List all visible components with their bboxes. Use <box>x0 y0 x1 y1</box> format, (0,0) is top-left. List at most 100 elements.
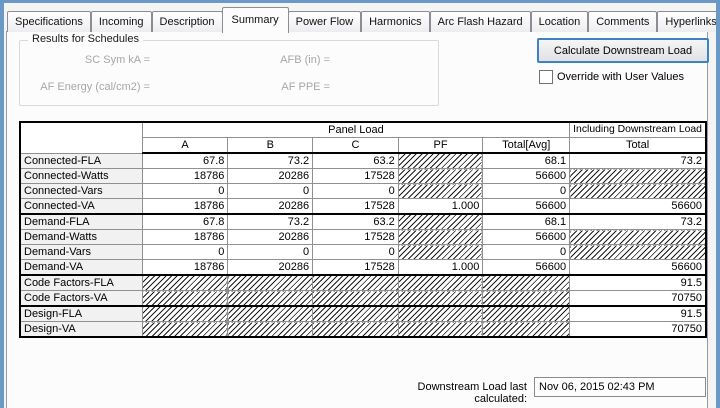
value-cell: 91.5 <box>570 275 706 291</box>
checkbox-box[interactable] <box>539 70 553 84</box>
tab-arc-flash-hazard[interactable]: Arc Flash Hazard <box>430 11 531 32</box>
table-row: Code Factors-VA70750 <box>20 291 706 307</box>
hatch-cell <box>570 169 706 184</box>
value-cell: 0 <box>483 245 570 260</box>
panel-load-header: Panel Load <box>142 122 569 138</box>
hatch-cell <box>398 245 483 260</box>
row-label: Code Factors-VA <box>20 291 142 307</box>
value-cell: 56600 <box>570 260 706 276</box>
value-cell: 73.2 <box>570 153 706 169</box>
value-cell: 17528 <box>313 199 399 215</box>
downstream-last-calculated-value[interactable]: Nov 06, 2015 02:43 PM <box>534 377 706 397</box>
tab-bar: SpecificationsIncomingDescriptionSummary… <box>7 6 706 32</box>
tab-hyperlinks[interactable]: Hyperlinks <box>657 11 720 32</box>
hatch-cell <box>313 275 399 291</box>
hatch-cell <box>398 322 483 338</box>
hatch-cell <box>142 291 228 307</box>
value-cell: 1.000 <box>398 199 483 215</box>
tab-description[interactable]: Description <box>152 11 223 32</box>
row-label: Demand-Watts <box>20 230 142 245</box>
value-cell: 20286 <box>228 230 313 245</box>
row-label: Demand-Vars <box>20 245 142 260</box>
value-cell: 91.5 <box>570 306 706 322</box>
value-cell: 73.2 <box>228 214 313 230</box>
row-label: Code Factors-FLA <box>20 275 142 291</box>
value-cell: 0 <box>142 245 228 260</box>
value-cell: 68.1 <box>483 214 570 230</box>
hatch-cell <box>483 322 570 338</box>
value-cell: 0 <box>313 184 399 199</box>
value-cell: 20286 <box>228 260 313 276</box>
row-label: Connected-Vars <box>20 184 142 199</box>
groupbox-title: Results for Schedules <box>28 33 143 45</box>
value-cell: 56600 <box>483 230 570 245</box>
value-cell: 73.2 <box>570 214 706 230</box>
checkbox-label: Override with User Values <box>557 71 684 83</box>
row-label: Connected-Watts <box>20 169 142 184</box>
value-cell: 56600 <box>570 199 706 215</box>
hatch-cell <box>228 322 313 338</box>
value-cell: 56600 <box>483 260 570 276</box>
hatch-cell <box>483 291 570 307</box>
value-cell: 18786 <box>142 260 228 276</box>
tab-harmonics[interactable]: Harmonics <box>361 11 430 32</box>
value-cell: 1.000 <box>398 260 483 276</box>
row-label: Demand-FLA <box>20 214 142 230</box>
corner-header-cell <box>20 122 142 153</box>
tab-summary[interactable]: Summary <box>222 7 289 33</box>
hatch-cell <box>142 322 228 338</box>
table-row: Demand-Watts18786202861752856600 <box>20 230 706 245</box>
results-for-schedules-groupbox: Results for Schedules SC Sym kA = AFB (i… <box>19 40 439 106</box>
hatch-cell <box>398 169 483 184</box>
value-cell: 0 <box>483 184 570 199</box>
value-cell: 56600 <box>483 169 570 184</box>
af-ppe-label: AF PPE = <box>190 81 330 93</box>
col-header-pf: PF <box>398 138 483 154</box>
col-header-b: B <box>228 138 313 154</box>
tab-incoming[interactable]: Incoming <box>91 11 152 32</box>
value-cell: 0 <box>142 184 228 199</box>
col-header-downstream-total: Total <box>570 138 706 154</box>
value-cell: 0 <box>228 184 313 199</box>
hatch-cell <box>313 322 399 338</box>
hatch-cell <box>228 275 313 291</box>
including-downstream-load-header: Including Downstream Load <box>570 122 706 138</box>
value-cell: 67.8 <box>142 214 228 230</box>
summary-tab-page: Results for Schedules SC Sym kA = AFB (i… <box>6 31 708 408</box>
hatch-cell <box>570 184 706 199</box>
value-cell: 0 <box>228 245 313 260</box>
tab-power-flow[interactable]: Power Flow <box>288 11 361 32</box>
row-label: Connected-VA <box>20 199 142 215</box>
hatch-cell <box>398 306 483 322</box>
row-label: Demand-VA <box>20 260 142 276</box>
row-label: Design-FLA <box>20 306 142 322</box>
calculate-downstream-load-button[interactable]: Calculate Downstream Load <box>537 38 709 63</box>
col-header-c: C <box>313 138 399 154</box>
tab-comments[interactable]: Comments <box>588 11 657 32</box>
value-cell: 73.2 <box>228 153 313 169</box>
hatch-cell <box>228 291 313 307</box>
value-cell: 20286 <box>228 169 313 184</box>
hatch-cell <box>142 306 228 322</box>
table-row: Design-FLA 91.5 <box>20 306 706 322</box>
col-header-a: A <box>142 138 228 154</box>
downstream-last-calculated-label: Downstream Load last calculated: <box>367 381 527 405</box>
value-cell: 56600 <box>483 199 570 215</box>
load-table-body: Connected-FLA67.873.263.268.173.2Connect… <box>20 153 706 337</box>
tab-specifications[interactable]: Specifications <box>7 11 91 32</box>
table-row: Demand-VA1878620286175281.0005660056600 <box>20 260 706 276</box>
override-with-user-values-checkbox[interactable]: Override with User Values <box>539 70 684 84</box>
tab-location[interactable]: Location <box>531 11 589 32</box>
afb-in-label: AFB (in) = <box>190 54 330 66</box>
value-cell: 17528 <box>313 260 399 276</box>
value-cell: 17528 <box>313 169 399 184</box>
hatch-cell <box>398 230 483 245</box>
value-cell: 0 <box>313 245 399 260</box>
value-cell: 63.2 <box>313 153 399 169</box>
table-row: Connected-Watts18786202861752856600 <box>20 169 706 184</box>
table-row: Demand-Vars0000 <box>20 245 706 260</box>
table-row: Connected-Vars0000 <box>20 184 706 199</box>
hatch-cell <box>398 153 483 169</box>
row-label: Design-VA <box>20 322 142 338</box>
hatch-cell <box>228 306 313 322</box>
